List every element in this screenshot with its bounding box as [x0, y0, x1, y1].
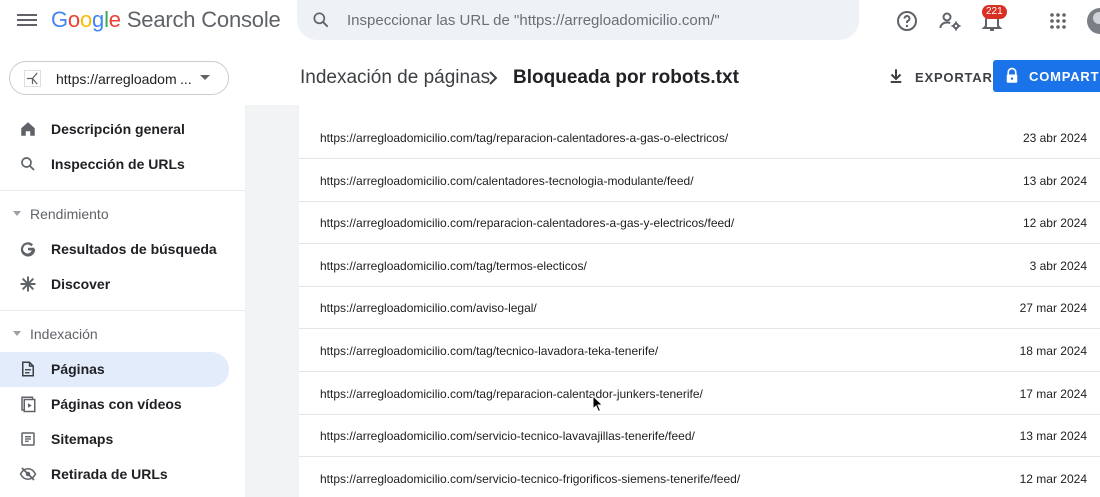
- account-avatar[interactable]: [1087, 8, 1100, 34]
- property-label: https://arregloadom: [56, 71, 177, 87]
- sitemaps-icon: [21, 432, 35, 446]
- sidebar-item-sitemaps[interactable]: Sitemaps: [0, 422, 229, 457]
- url-cell: https://arregloadomicilio.com/servicio-t…: [320, 472, 741, 486]
- removals-icon: [19, 467, 37, 481]
- table-row[interactable]: https://arregloadomicilio.com/tag/repara…: [299, 116, 1100, 159]
- url-cell: https://arregloadomicilio.com/reparacion…: [320, 216, 735, 230]
- section-performance[interactable]: Rendimiento: [0, 199, 229, 229]
- breadcrumb-parent-link[interactable]: Indexación de páginas: [300, 67, 490, 89]
- logo-letter: o: [67, 7, 80, 32]
- table-row[interactable]: https://arregloadomicilio.com/tag/repara…: [299, 372, 1100, 415]
- hamburger-menu-icon[interactable]: [17, 11, 37, 31]
- property-ellipsis: ...: [180, 71, 192, 87]
- url-cell: https://arregloadomicilio.com/tag/tecnic…: [320, 344, 659, 358]
- date-cell: 12 abr 2024: [1022, 216, 1087, 230]
- sidebar-item-url-inspection[interactable]: Inspección de URLs: [0, 147, 229, 182]
- top-app-bar: GoogleSearch Console 221: [0, 0, 1100, 42]
- search-icon: [21, 157, 35, 171]
- search-console-logo[interactable]: Google Search Console: [51, 7, 281, 33]
- download-icon: [890, 69, 902, 83]
- pages-icon: [22, 361, 34, 377]
- lock-icon: [1006, 67, 1018, 83]
- table-row[interactable]: https://arregloadomicilio.com/tag/tecnic…: [299, 329, 1100, 372]
- chevron-right-icon: [489, 71, 498, 85]
- notifications-badge: 221: [982, 5, 1007, 19]
- url-cell: https://arregloadomicilio.com/tag/repara…: [320, 131, 729, 145]
- sidebar-item-video-pages[interactable]: Páginas con vídeos: [0, 387, 229, 422]
- search-input[interactable]: [347, 0, 837, 40]
- table-row[interactable]: https://arregloadomicilio.com/servicio-t…: [299, 457, 1100, 497]
- sidebar-item-label: Retirada de URLs: [51, 466, 168, 482]
- sidebar-item-label: Resultados de búsqueda: [51, 241, 217, 257]
- table-row[interactable]: https://arregloadomicilio.com/calentador…: [299, 159, 1100, 202]
- page-header: Indexación de páginas Bloqueada por robo…: [245, 42, 1100, 106]
- help-icon[interactable]: [895, 9, 919, 33]
- url-cell: https://arregloadomicilio.com/tag/termos…: [320, 259, 587, 273]
- date-cell: 12 mar 2024: [1019, 472, 1087, 486]
- date-cell: 18 mar 2024: [1019, 344, 1087, 358]
- url-cell: https://arregloadomicilio.com/servicio-t…: [320, 429, 695, 443]
- sidebar-item-label: Discover: [51, 276, 111, 292]
- asterisk-icon: [20, 276, 36, 292]
- sidebar-item-pages[interactable]: Páginas: [0, 352, 229, 387]
- export-label: EXPORTAR: [915, 70, 993, 85]
- logo-letter: g: [92, 7, 105, 32]
- logo-letter: e: [108, 7, 121, 32]
- search-icon[interactable]: [311, 10, 331, 30]
- mouse-cursor-icon: [592, 395, 604, 413]
- sidebar-item-label: Páginas: [51, 361, 105, 377]
- logo-letter: G: [51, 7, 68, 32]
- sidebar-item-label: Sitemaps: [51, 431, 114, 447]
- property-selector[interactable]: https://arregloadom ...: [9, 61, 229, 95]
- table-row[interactable]: https://arregloadomicilio.com/aviso-lega…: [299, 286, 1100, 329]
- section-label: Rendimiento: [30, 206, 109, 222]
- share-button[interactable]: COMPARTIR: [993, 60, 1100, 92]
- home-icon: [21, 122, 35, 136]
- collapse-caret-icon: [13, 331, 21, 336]
- date-cell: 13 mar 2024: [1019, 429, 1087, 443]
- manage-users-icon[interactable]: [938, 9, 962, 33]
- url-inspection-search: [297, 0, 859, 40]
- url-cell: https://arregloadomicilio.com/calentador…: [320, 174, 694, 188]
- date-cell: 23 abr 2024: [1022, 131, 1087, 145]
- blocked-urls-table: https://arregloadomicilio.com/tag/repara…: [299, 105, 1100, 497]
- table-row[interactable]: https://arregloadomicilio.com/tag/termos…: [299, 244, 1100, 287]
- dropdown-caret-icon: [200, 75, 210, 80]
- apps-grid-icon[interactable]: [1046, 9, 1070, 33]
- sidebar-item-search-results[interactable]: Resultados de búsqueda: [0, 232, 229, 267]
- google-g-icon: [20, 242, 36, 257]
- sidebar-item-label: Descripción general: [51, 121, 185, 137]
- table-row[interactable]: https://arregloadomicilio.com/reparacion…: [299, 201, 1100, 244]
- url-cell: https://arregloadomicilio.com/tag/repara…: [320, 387, 703, 401]
- main-content: https://arregloadomicilio.com/tag/repara…: [245, 105, 1100, 497]
- sidebar-divider: [0, 190, 245, 191]
- logo-product-name: Search Console: [126, 7, 281, 32]
- sidebar-item-removals[interactable]: Retirada de URLs: [0, 457, 229, 492]
- collapse-caret-icon: [13, 211, 21, 216]
- video-pages-icon: [21, 396, 36, 413]
- section-label: Indexación: [30, 326, 98, 342]
- table-row[interactable]: https://arregloadomicilio.com/servicio-t…: [299, 414, 1100, 457]
- section-indexing[interactable]: Indexación: [0, 319, 229, 349]
- sidebar: https://arregloadom ... Descripción gene…: [0, 42, 245, 497]
- logo-letter: o: [79, 7, 93, 32]
- share-label: COMPARTIR: [1029, 69, 1100, 84]
- date-cell: 3 abr 2024: [1029, 259, 1087, 273]
- page-title: Bloqueada por robots.txt: [513, 67, 739, 88]
- date-cell: 13 abr 2024: [1022, 174, 1087, 188]
- sidebar-item-overview[interactable]: Descripción general: [0, 112, 229, 147]
- property-favicon-icon: [24, 70, 41, 87]
- date-cell: 17 mar 2024: [1019, 387, 1087, 401]
- url-cell: https://arregloadomicilio.com/aviso-lega…: [320, 301, 537, 315]
- sidebar-item-label: Páginas con vídeos: [51, 396, 182, 412]
- date-cell: 27 mar 2024: [1019, 301, 1087, 315]
- sidebar-item-label: Inspección de URLs: [51, 156, 185, 172]
- sidebar-divider: [0, 310, 245, 311]
- sidebar-item-discover[interactable]: Discover: [0, 267, 229, 302]
